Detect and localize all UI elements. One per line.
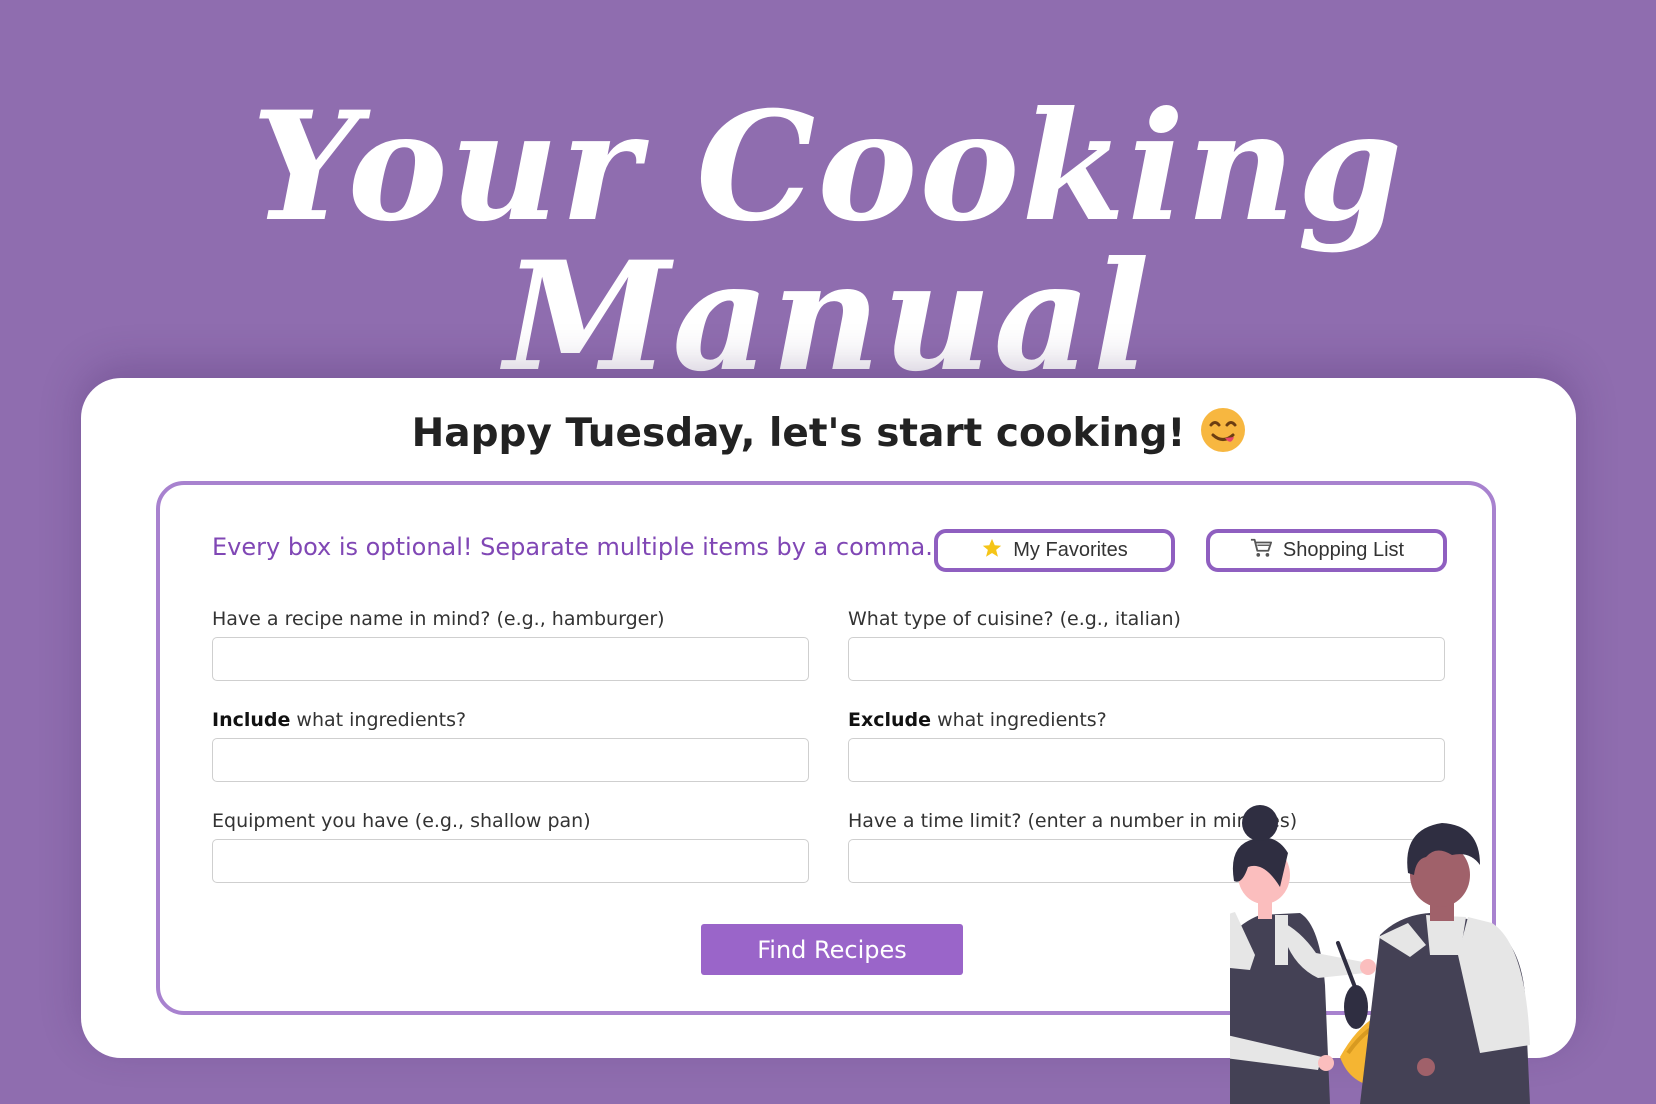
cooks-illustration <box>1230 805 1530 1104</box>
form-hint: Every box is optional! Separate multiple… <box>212 533 933 561</box>
star-icon <box>981 537 1003 565</box>
my-favorites-button[interactable]: My Favorites <box>934 529 1175 572</box>
page-title: Your Cooking Manual <box>251 79 1405 405</box>
cart-icon <box>1249 537 1273 565</box>
greeting-heading: Happy Tuesday, let's start cooking! <box>81 408 1576 456</box>
equipment-input[interactable] <box>212 839 809 883</box>
cuisine-input[interactable] <box>848 637 1445 681</box>
exclude-keyword: Exclude <box>848 709 932 731</box>
exclude-ingredients-label: Exclude what ingredients? <box>848 709 1107 731</box>
exclude-label-rest: what ingredients? <box>931 709 1107 731</box>
man-cook-figure <box>1360 823 1530 1104</box>
greeting-text: Happy Tuesday, let's start cooking! <box>411 411 1186 456</box>
exclude-ingredients-input[interactable] <box>848 738 1445 782</box>
recipe-name-label: Have a recipe name in mind? (e.g., hambu… <box>212 608 665 630</box>
find-recipes-button[interactable]: Find Recipes <box>701 924 963 975</box>
equipment-label: Equipment you have (e.g., shallow pan) <box>212 810 591 832</box>
include-ingredients-label: Include what ingredients? <box>212 709 466 731</box>
face-savoring-food-emoji-icon <box>1201 408 1246 452</box>
include-ingredients-input[interactable] <box>212 738 809 782</box>
recipe-name-input[interactable] <box>212 637 809 681</box>
shopping-list-button[interactable]: Shopping List <box>1206 529 1447 572</box>
my-favorites-label: My Favorites <box>1013 539 1128 561</box>
shopping-list-label: Shopping List <box>1282 539 1405 561</box>
cuisine-label: What type of cuisine? (e.g., italian) <box>848 608 1181 630</box>
include-keyword: Include <box>212 709 291 731</box>
include-label-rest: what ingredients? <box>290 709 467 731</box>
